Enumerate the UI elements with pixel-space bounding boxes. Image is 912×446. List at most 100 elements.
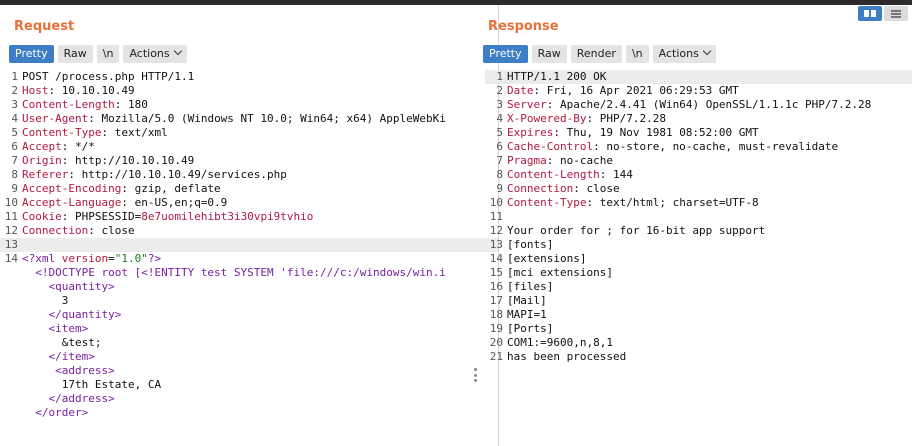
code-line: 6 Cache-Control: no-store, no-cache, must… [485,140,912,154]
code-line: 3 [0,294,498,308]
code-token: </address> [48,392,115,405]
code-line: 20 COM1:=9600,n,8,1 [485,336,912,350]
request-tab-pretty[interactable]: Pretty [9,45,54,63]
line-number: 7 [11,154,18,167]
code-token: POST /process.php HTTP/1.1 [22,70,195,83]
code-token: "1.0" [114,252,148,265]
code-token: [mci extensions] [507,266,613,279]
request-pane: Request Pretty Raw \n Actions 1 POST /pro… [0,5,499,446]
line-number: 10 [4,196,18,209]
code-token: </order> [35,406,89,419]
code-token: ?> [147,252,162,265]
request-actions-button[interactable]: Actions [123,45,187,63]
code-token: : gzip, deflate [121,182,221,195]
line-number [0,322,22,336]
line-number: 5 [496,126,503,139]
chevron-down-icon [702,46,712,56]
line-number: 5 [11,126,18,139]
code-token: MAPI=1 [507,308,547,321]
chevron-down-icon [173,46,182,56]
code-line: 9 Connection: close [485,182,912,196]
response-title: Response [488,19,559,34]
line-number [0,308,22,322]
code-token: 17th Estate, CA [22,378,162,391]
code-line: 3 Server: Apache/2.4.41 (Win64) OpenSSL/1… [485,98,912,112]
response-tab-newline[interactable]: \n [625,45,649,63]
code-line: 17 [Mail] [485,294,912,308]
response-tab-pretty[interactable]: Pretty [483,45,528,63]
code-line: 19 [Ports] [485,322,912,336]
line-number: 2 [11,84,18,97]
line-number: 18 [489,308,503,321]
code-line: 2 Date: Fri, 16 Apr 2021 06:29:53 GMT [485,84,912,98]
code-token: : no-store, no-cache, must-revalidate [593,140,839,153]
code-line: <item> [0,322,498,336]
columns-icon[interactable] [858,6,882,21]
code-token: version [61,252,109,265]
line-number [0,294,22,308]
code-token: = [108,252,115,265]
code-line: 2 Host: 10.10.10.49 [0,84,498,98]
code-token: Your order for ; for 16-bit app support [507,224,766,237]
code-line: 8 Referer: http://10.10.10.49/services.ph… [0,168,498,182]
code-token: : 180 [114,98,148,111]
code-token: Content-Type [507,196,587,209]
line-number [0,392,22,406]
code-token: : Mozilla/5.0 (Windows NT 10.0; Win64; x… [88,112,446,125]
request-tab-newline[interactable]: \n [96,45,120,63]
code-token: X-Powered-By [507,112,587,125]
response-tab-raw[interactable]: Raw [531,45,567,63]
line-number: 14 [489,252,503,265]
code-token: Content-Length [22,98,115,111]
code-token: [fonts] [507,238,554,251]
code-token: : PHP/7.2.28 [586,112,666,125]
code-line: 11 [485,210,912,224]
drag-handle-icon[interactable] [473,368,477,382]
code-line: 21 has been processed [485,350,912,364]
response-tab-render[interactable]: Render [570,45,622,63]
code-line: 17th Estate, CA [0,378,498,392]
code-token: </item> [48,350,95,363]
code-token: <quantity> [48,280,115,293]
line-number: 15 [489,266,503,279]
code-token: : close [573,182,620,195]
code-token: : http://10.10.10.49/services.php [68,168,287,181]
code-token: : Apache/2.4.41 (Win64) OpenSSL/1.1.1c P… [546,98,872,111]
code-token: <item> [48,322,89,335]
response-editor[interactable]: 1 HTTP/1.1 200 OK 2 Date: Fri, 16 Apr 2021 … [485,70,912,446]
code-line: 6 Accept: */* [0,140,498,154]
code-token: User-Agent [22,112,89,125]
code-line: </address> [0,392,498,406]
code-line: &test; [0,336,498,350]
request-actions-label: Actions [129,47,170,60]
line-number: 4 [11,112,18,125]
code-token: : close [88,224,135,237]
line-number: 17 [489,294,503,307]
code-token: Date [507,84,534,97]
view-toggle [858,6,908,21]
line-number: 3 [496,98,503,111]
response-actions-button[interactable]: Actions [652,45,716,63]
code-token: [extensions] [507,252,587,265]
code-line: 5 Content-Type: text/xml [0,126,498,140]
code-token: : PHPSESSID= [61,210,142,223]
request-tab-raw[interactable]: Raw [57,45,93,63]
request-editor[interactable]: 1 POST /process.php HTTP/1.1 2 Host: 10.10.… [0,70,498,446]
code-line: 18 MAPI=1 [485,308,912,322]
code-token: </quantity> [48,308,122,321]
line-number: 9 [496,182,503,195]
line-number: 8 [496,168,503,181]
rows-icon[interactable] [884,6,908,21]
line-number [0,378,22,392]
code-token: COM1:=9600,n,8,1 [507,336,613,349]
line-number: 3 [11,98,18,111]
line-number: 6 [11,140,18,153]
line-number [0,364,22,378]
code-token: Referer [22,168,69,181]
code-token: Origin [22,154,62,167]
line-number: 12 [489,224,503,237]
line-number: 11 [489,210,503,223]
